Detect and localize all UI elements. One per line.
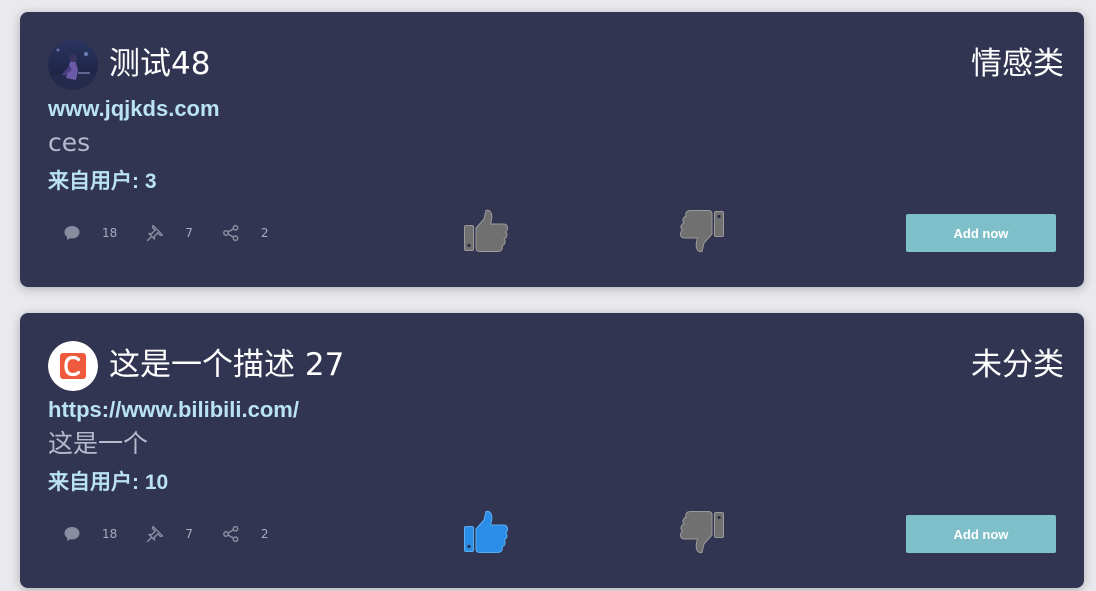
- avatar-photo-icon: [48, 40, 98, 90]
- user-avatar[interactable]: [48, 40, 98, 90]
- pin-icon: [145, 524, 165, 544]
- post-card: 测试48 情感类 www.jqjkds.com ces 来自用户: 3 18 7…: [20, 12, 1084, 287]
- share-stat[interactable]: 2: [221, 223, 269, 243]
- thumbs-up-icon: [464, 510, 509, 553]
- comment-icon: [62, 524, 82, 544]
- from-user-label: 来自用户: 3: [48, 170, 157, 193]
- share-stat[interactable]: 2: [221, 524, 269, 544]
- dislike-button[interactable]: [676, 509, 728, 555]
- from-user-label: 来自用户: 10: [48, 471, 169, 494]
- like-button[interactable]: [462, 509, 514, 555]
- share-count: 2: [260, 226, 269, 240]
- pin-stat[interactable]: 7: [145, 223, 193, 243]
- add-now-button[interactable]: Add now: [906, 214, 1056, 252]
- comment-stat[interactable]: 18: [62, 524, 117, 544]
- share-icon: [221, 223, 241, 243]
- share-count: 2: [260, 527, 269, 541]
- post-title: 测试48: [109, 46, 211, 82]
- user-avatar[interactable]: [48, 341, 98, 391]
- c-logo-icon: [48, 341, 98, 391]
- pin-icon: [145, 223, 165, 243]
- comment-count: 18: [102, 527, 118, 541]
- pin-stat[interactable]: 7: [145, 524, 193, 544]
- dislike-button[interactable]: [676, 208, 728, 254]
- comment-icon: [62, 223, 82, 243]
- comment-count: 18: [102, 226, 118, 240]
- pin-count: 7: [185, 226, 193, 240]
- post-url-link[interactable]: https://www.bilibili.com/: [48, 397, 299, 423]
- thumbs-down-icon: [679, 511, 724, 554]
- post-description: ces: [48, 128, 91, 157]
- post-description: 这是一个: [48, 429, 149, 458]
- thumbs-up-icon: [464, 209, 509, 252]
- post-url-link[interactable]: www.jqjkds.com: [48, 96, 220, 122]
- post-title: 这是一个描述 27: [109, 347, 345, 383]
- post-card: 这是一个描述 27 未分类 https://www.bilibili.com/ …: [20, 313, 1084, 588]
- post-category: 未分类: [971, 347, 1064, 383]
- comment-stat[interactable]: 18: [62, 223, 117, 243]
- like-button[interactable]: [462, 208, 514, 254]
- pin-count: 7: [185, 527, 193, 541]
- thumbs-down-icon: [679, 210, 724, 253]
- add-now-button[interactable]: Add now: [906, 515, 1056, 553]
- post-category: 情感类: [971, 46, 1064, 82]
- post-stats: 18 7 2: [62, 523, 297, 545]
- post-stats: 18 7 2: [62, 222, 297, 244]
- share-icon: [221, 524, 241, 544]
